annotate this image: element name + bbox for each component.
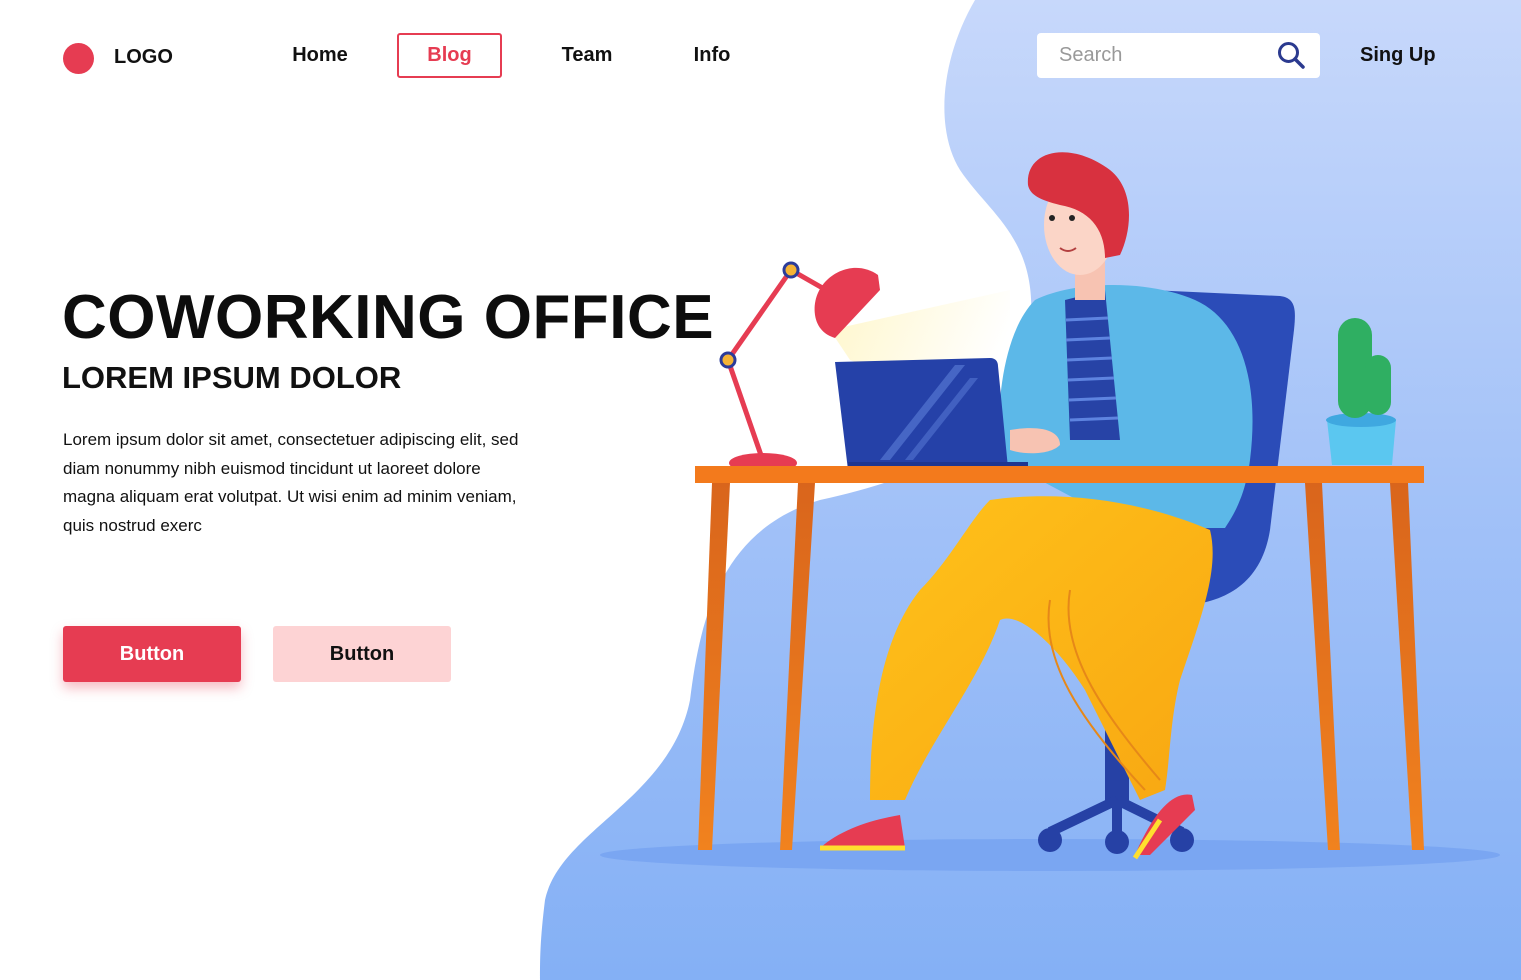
nav-team[interactable]: Team	[550, 33, 624, 78]
cactus-plant	[1326, 318, 1396, 465]
primary-button[interactable]: Button	[63, 626, 241, 682]
page-title: COWORKING OFFICE	[62, 283, 715, 352]
person	[820, 152, 1253, 860]
nav-home[interactable]: Home	[280, 33, 360, 78]
nav-info[interactable]: Info	[685, 33, 739, 78]
hero-description: Lorem ipsum dolor sit amet, consectetuer…	[63, 430, 519, 535]
signup-link[interactable]: Sing Up	[1360, 33, 1436, 78]
page-subtitle: LOREM IPSUM DOLOR	[62, 360, 402, 395]
logo-icon[interactable]	[63, 43, 94, 74]
search-input[interactable]	[1037, 33, 1272, 78]
logo-label[interactable]: LOGO	[114, 46, 173, 69]
search-icon[interactable]	[1276, 40, 1306, 70]
secondary-button[interactable]: Button	[273, 626, 451, 682]
nav-blog[interactable]: Blog	[397, 33, 502, 78]
header: LOGO Home Blog Team Info Sing Up	[0, 0, 1521, 110]
